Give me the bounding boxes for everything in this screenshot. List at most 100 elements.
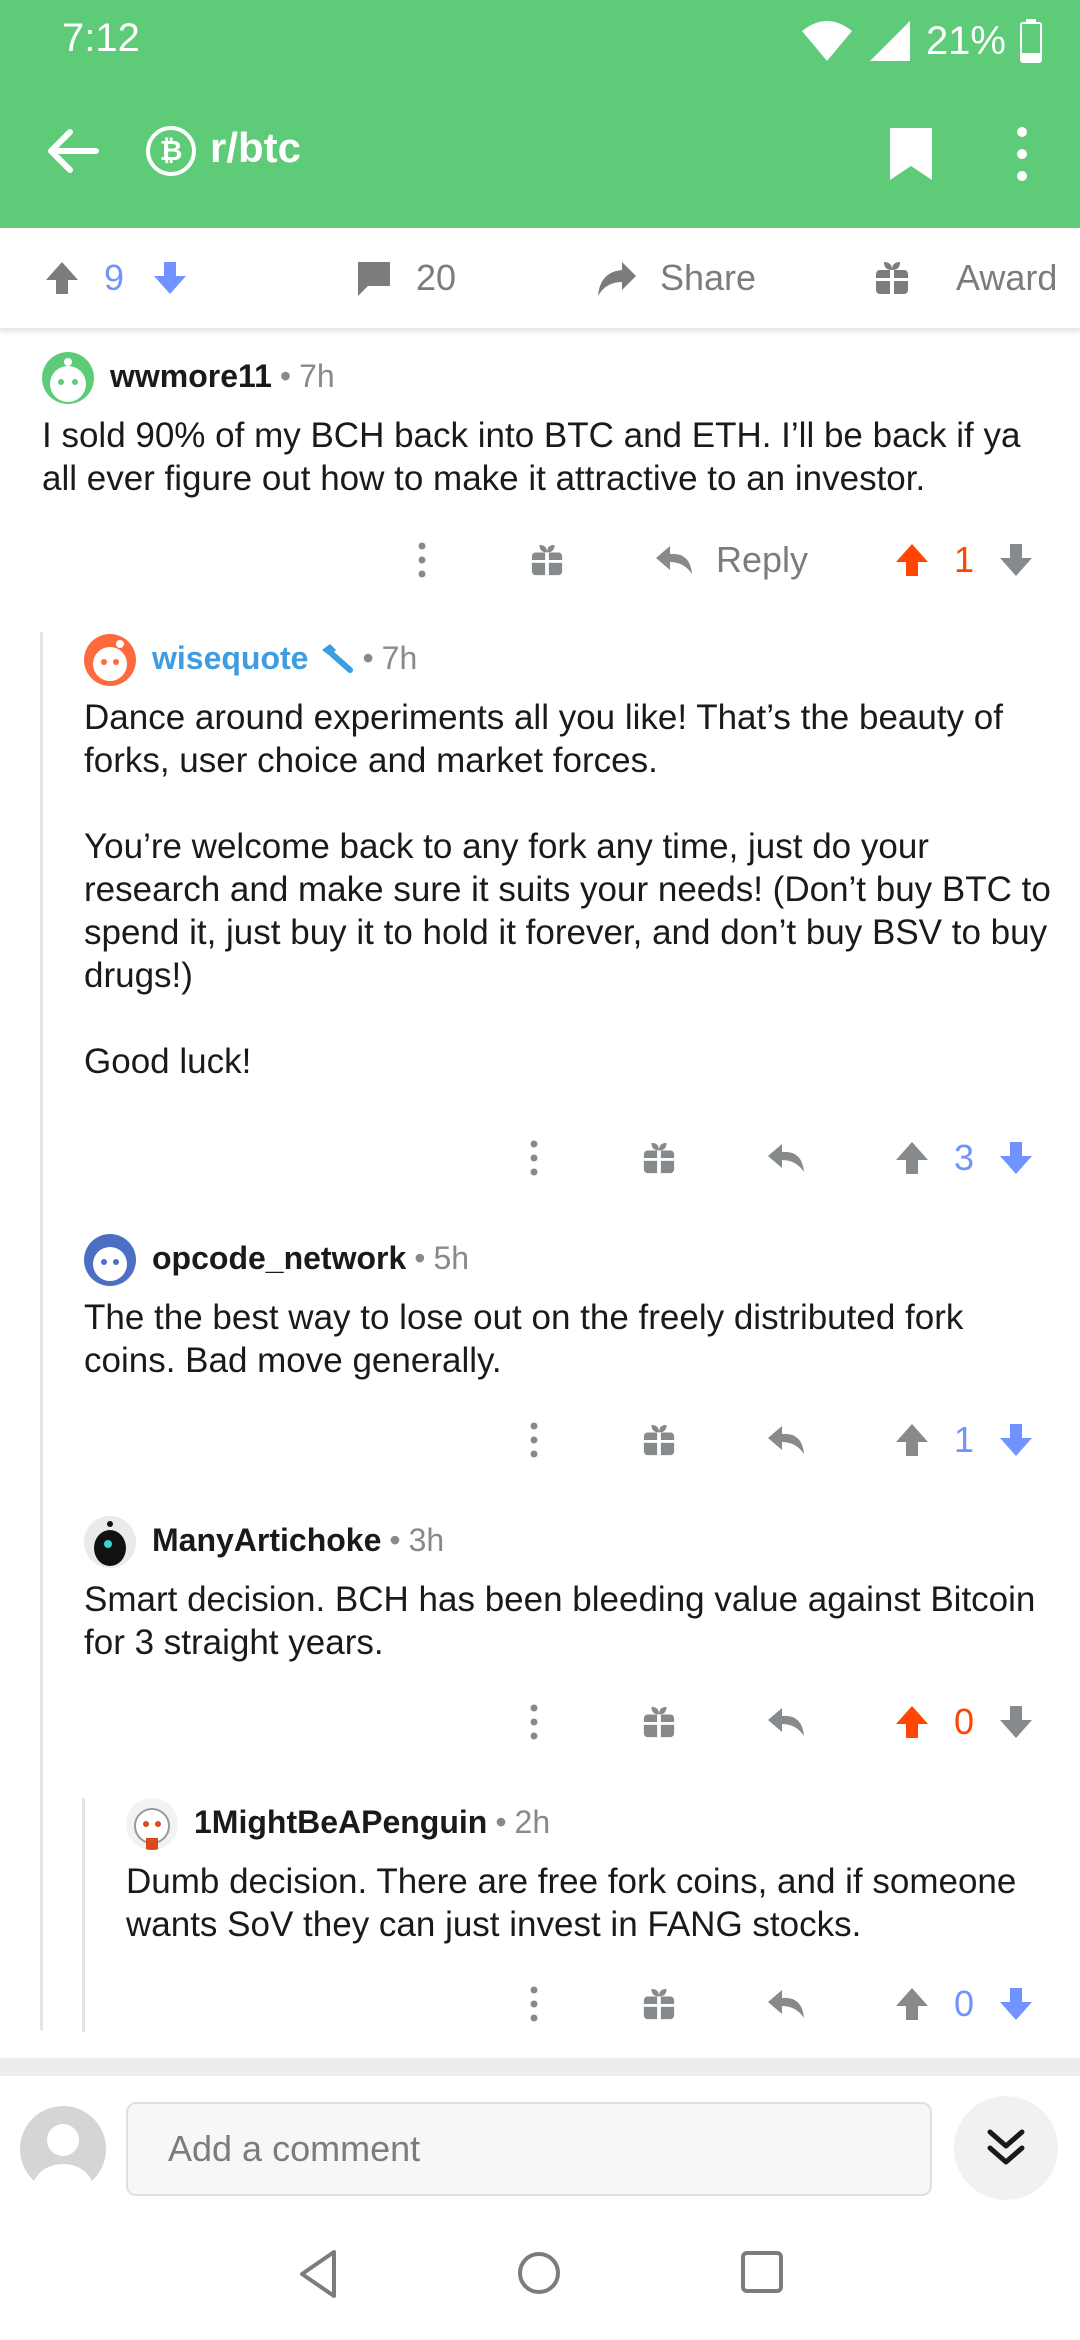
upvote-arrow-icon bbox=[896, 544, 928, 576]
collapse-threads-button[interactable] bbox=[954, 2096, 1058, 2200]
comment-score: 0 bbox=[954, 1701, 975, 1742]
comment-meta: 1MightBeAPenguin • 2h bbox=[194, 1804, 551, 1841]
comment-author[interactable]: 1MightBeAPenguin bbox=[194, 1804, 487, 1841]
comment-time: 2h bbox=[514, 1804, 551, 1840]
downvote-button[interactable] bbox=[996, 1692, 1036, 1752]
post-action-bar: 9 20 Share Award bbox=[0, 228, 1080, 330]
nav-home-icon bbox=[518, 2252, 560, 2294]
downvote-button[interactable] bbox=[996, 530, 1036, 590]
avatar bbox=[84, 634, 136, 686]
comment-body: Smart decision. BCH has been bleeding va… bbox=[84, 1580, 1036, 1662]
more-vert-icon bbox=[1017, 127, 1027, 181]
nav-back-icon bbox=[300, 2250, 336, 2298]
avatar bbox=[42, 352, 94, 404]
downvote-button[interactable] bbox=[996, 1974, 1036, 2034]
more-vert-icon[interactable] bbox=[522, 1974, 546, 2034]
upvote-button[interactable] bbox=[892, 1410, 932, 1470]
downvote-button[interactable] bbox=[996, 1410, 1036, 1470]
gift-icon[interactable] bbox=[530, 530, 564, 590]
status-time: 7:12 bbox=[62, 16, 140, 60]
comment-time: 5h bbox=[433, 1240, 470, 1276]
comment-meta: wisequote • 7h bbox=[152, 640, 418, 677]
bookmark-button[interactable] bbox=[886, 126, 936, 182]
reply-icon[interactable] bbox=[766, 1410, 806, 1470]
avatar bbox=[126, 1798, 178, 1850]
reply-label: Reply bbox=[716, 539, 809, 580]
nav-back-button[interactable] bbox=[296, 2248, 340, 2300]
nav-home-button[interactable] bbox=[516, 2250, 562, 2296]
battery-icon bbox=[1020, 19, 1042, 63]
comment-score: 3 bbox=[954, 1137, 975, 1178]
gift-icon[interactable] bbox=[642, 1692, 676, 1752]
award-button[interactable]: Award bbox=[874, 228, 1057, 328]
downvote-arrow-icon bbox=[1000, 1706, 1032, 1738]
subreddit-name[interactable]: r/btc bbox=[210, 124, 301, 172]
upvote-button[interactable] bbox=[892, 1692, 932, 1752]
reply-icon[interactable] bbox=[766, 1128, 806, 1188]
gift-icon[interactable] bbox=[642, 1128, 676, 1188]
upvote-arrow-icon bbox=[896, 1706, 928, 1738]
more-vert-icon[interactable] bbox=[522, 1128, 546, 1188]
battery-percent: 21% bbox=[925, 18, 1006, 63]
comment-score: 1 bbox=[954, 1419, 975, 1460]
thread-line[interactable] bbox=[40, 632, 43, 2030]
post-comments-button[interactable]: 20 bbox=[354, 228, 456, 328]
downvote-arrow-icon bbox=[154, 262, 186, 294]
upvote-arrow-icon bbox=[46, 262, 78, 294]
upvote-arrow-icon bbox=[896, 1142, 928, 1174]
system-nav-bar bbox=[0, 2220, 1080, 2340]
comment-body: Dumb decision. There are free fork coins… bbox=[126, 1862, 1017, 1944]
add-comment-input[interactable] bbox=[126, 2102, 932, 2196]
comment-body: I sold 90% of my BCH back into BTC and E… bbox=[42, 416, 1021, 498]
downvote-button[interactable] bbox=[996, 1128, 1036, 1188]
more-vert-icon[interactable] bbox=[522, 1410, 546, 1470]
reply-icon[interactable] bbox=[766, 1692, 806, 1752]
downvote-arrow-icon bbox=[1000, 544, 1032, 576]
post-downvote-button[interactable] bbox=[150, 228, 190, 328]
back-button[interactable] bbox=[40, 118, 106, 184]
app-header: 7:12 21% ₿ r/btc bbox=[0, 0, 1080, 228]
nav-recents-button[interactable] bbox=[740, 2250, 784, 2294]
comment-meta: opcode_network • 5h bbox=[152, 1240, 470, 1277]
post-score: 9 bbox=[104, 257, 125, 298]
bitcoin-icon: ₿ bbox=[146, 126, 196, 176]
cell-signal-icon bbox=[868, 19, 912, 63]
comment-meta: ManyArtichoke • 3h bbox=[152, 1522, 445, 1559]
gift-icon[interactable] bbox=[642, 1410, 676, 1470]
comment-actions: Reply 1 bbox=[0, 530, 1080, 590]
avatar bbox=[84, 1234, 136, 1286]
comment-author[interactable]: ManyArtichoke bbox=[152, 1522, 381, 1559]
op-badge-icon bbox=[318, 642, 354, 676]
reply-button[interactable]: Reply bbox=[654, 530, 808, 590]
share-icon bbox=[598, 262, 636, 296]
comment-time: 7h bbox=[299, 358, 335, 394]
gift-icon[interactable] bbox=[642, 1974, 676, 2034]
avatar bbox=[84, 1516, 136, 1568]
comment-bubble-icon bbox=[358, 262, 390, 296]
user-avatar[interactable] bbox=[20, 2106, 106, 2192]
comment-meta: wwmore11 • 7h bbox=[110, 358, 335, 395]
share-label: Share bbox=[660, 257, 757, 298]
comment-time: 7h bbox=[381, 640, 418, 676]
comment-author[interactable]: wwmore11 bbox=[110, 358, 272, 395]
status-icons: 21% bbox=[800, 14, 1042, 68]
back-arrow-icon bbox=[48, 129, 99, 173]
upvote-button[interactable] bbox=[892, 530, 932, 590]
comment-score: 0 bbox=[954, 1983, 975, 2024]
upvote-button[interactable] bbox=[892, 1974, 932, 2034]
more-options-button[interactable] bbox=[1004, 124, 1040, 184]
share-button[interactable]: Share bbox=[596, 228, 756, 328]
post-upvote-button[interactable] bbox=[42, 228, 82, 328]
upvote-button[interactable] bbox=[892, 1128, 932, 1188]
more-vert-icon[interactable] bbox=[522, 1692, 546, 1752]
comment-author[interactable]: wisequote bbox=[152, 640, 308, 677]
comment-score: 1 bbox=[954, 539, 975, 580]
reply-icon[interactable] bbox=[766, 1974, 806, 2034]
comment-body: The the best way to lose out on the free… bbox=[84, 1298, 964, 1380]
comment-count: 20 bbox=[416, 257, 457, 298]
award-label: Award bbox=[956, 257, 1058, 298]
nav-recents-icon bbox=[741, 2251, 783, 2293]
comment-author[interactable]: opcode_network bbox=[152, 1240, 406, 1277]
downvote-arrow-icon bbox=[1000, 1142, 1032, 1174]
more-vert-icon[interactable] bbox=[410, 530, 434, 590]
